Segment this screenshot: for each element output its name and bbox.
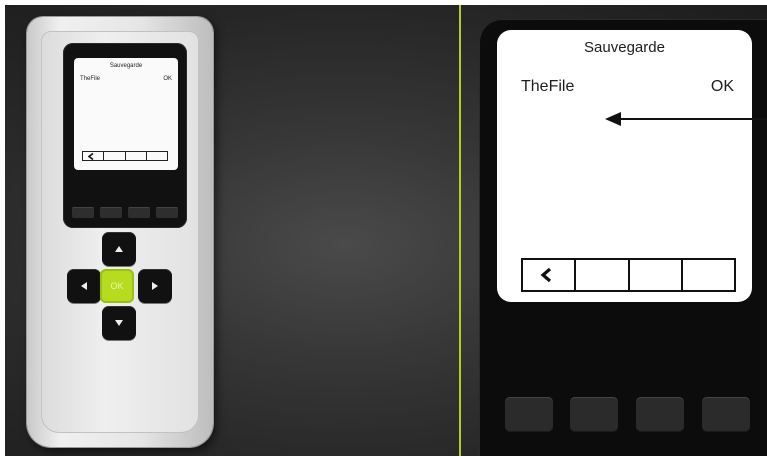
mini-screen-title: Sauvegarde	[109, 63, 143, 69]
mini-softkey-row	[72, 207, 178, 218]
device-face: Sauvegarde TheFile OK	[63, 43, 187, 228]
mini-softkey-3[interactable]	[128, 207, 150, 218]
chevron-left-icon	[88, 153, 94, 160]
zoomed-softkey-2[interactable]	[570, 397, 618, 432]
mini-filename: TheFile	[80, 76, 101, 82]
mini-softkey-cell-4[interactable]	[147, 152, 167, 160]
mini-screen: Sauvegarde TheFile OK	[74, 58, 178, 170]
zoomed-softkey-1[interactable]	[505, 397, 553, 432]
zoomed-status: OK	[710, 78, 734, 95]
mini-softkey-bar	[82, 151, 168, 161]
mini-softkey-1[interactable]	[72, 207, 94, 218]
zoomed-filename[interactable]: TheFile	[521, 78, 574, 96]
arrow-right-icon	[152, 282, 158, 290]
remote-device: Sauvegarde TheFile OK	[27, 17, 213, 447]
pointer-arrow-icon	[605, 112, 767, 126]
zoomed-screen: Sauvegarde TheFile OK	[497, 30, 752, 302]
ok-button[interactable]: OK	[100, 269, 134, 303]
zoomed-softkey-4[interactable]	[702, 397, 750, 432]
zoomed-back-cell[interactable]	[523, 260, 577, 290]
arrow-left-icon	[81, 282, 87, 290]
dpad-left-button[interactable]	[67, 269, 101, 303]
stage: Sauvegarde TheFile OK OK Sauvegarde TheF…	[5, 5, 767, 456]
mini-back-cell[interactable]	[83, 152, 105, 160]
divider-line	[459, 5, 461, 456]
dpad-down-button[interactable]	[102, 306, 136, 340]
mini-file-row: TheFile OK	[80, 76, 172, 82]
mini-softkey-4[interactable]	[156, 207, 178, 218]
zoomed-softkey-cell-4[interactable]	[683, 260, 734, 290]
dpad-right-button[interactable]	[138, 269, 172, 303]
mini-softkey-cell-2[interactable]	[104, 152, 126, 160]
mini-softkey-2[interactable]	[100, 207, 122, 218]
zoomed-screen-title: Sauvegarde	[584, 39, 665, 56]
mini-status: OK	[163, 76, 172, 82]
arrow-down-icon	[115, 320, 123, 326]
zoomed-softkey-bar	[521, 258, 736, 292]
chevron-left-icon	[540, 268, 552, 282]
zoomed-softkey-3[interactable]	[636, 397, 684, 432]
zoomed-softkey-cell-2[interactable]	[576, 260, 630, 290]
arrow-up-icon	[115, 246, 123, 252]
zoomed-softkey-cell-3[interactable]	[630, 260, 683, 290]
dpad-up-button[interactable]	[102, 232, 136, 266]
mini-softkey-cell-3[interactable]	[126, 152, 147, 160]
